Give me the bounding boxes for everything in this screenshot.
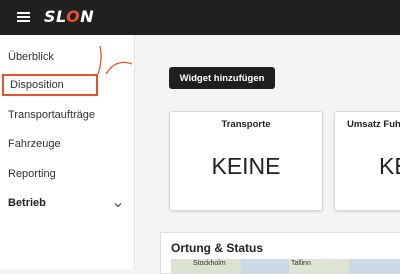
widget-value: KEINE	[211, 153, 281, 179]
hamburger-icon[interactable]	[17, 12, 30, 22]
sidebar-item-reporting[interactable]: Reporting	[8, 168, 56, 180]
sidebar-item-fahrzeuge[interactable]: Fahrzeuge	[8, 138, 61, 150]
top-app-bar: SLON	[0, 0, 400, 35]
sidebar-item-transportauftraege[interactable]: Transportaufträge	[8, 109, 95, 121]
map-label-tallinn: Tallinn	[291, 260, 311, 267]
add-widget-button[interactable]: Widget hinzufügen	[169, 67, 275, 89]
sidebar-item-ueberblick[interactable]: Überblick	[8, 51, 54, 63]
widget-title: Transporte	[221, 119, 271, 130]
annotation-scribble	[97, 45, 133, 75]
widget-value: KE	[379, 153, 400, 179]
slon-logo[interactable]: SLON	[44, 7, 94, 26]
sidebar-item-betrieb[interactable]: Betrieb	[8, 197, 46, 209]
widget-card-umsatz[interactable]: Umsatz Fuhr KE	[334, 111, 400, 211]
status-title: Ortung & Status	[171, 241, 263, 255]
chevron-down-icon[interactable]	[114, 201, 122, 209]
map-label-stockholm: Stockholm	[193, 260, 226, 267]
sidebar-item-disposition[interactable]: Disposition	[2, 74, 98, 96]
sidebar: Überblick Disposition Transportaufträge …	[0, 35, 135, 269]
status-panel: Ortung & Status Stockholm Tallinn	[160, 232, 400, 274]
location-map[interactable]: Stockholm Tallinn	[171, 259, 400, 273]
widget-card-transporte[interactable]: Transporte KEINE	[169, 111, 323, 211]
dashboard-main: Widget hinzufügen Transporte KEINE Umsat…	[135, 35, 400, 274]
widget-title: Umsatz Fuhr	[347, 119, 400, 130]
